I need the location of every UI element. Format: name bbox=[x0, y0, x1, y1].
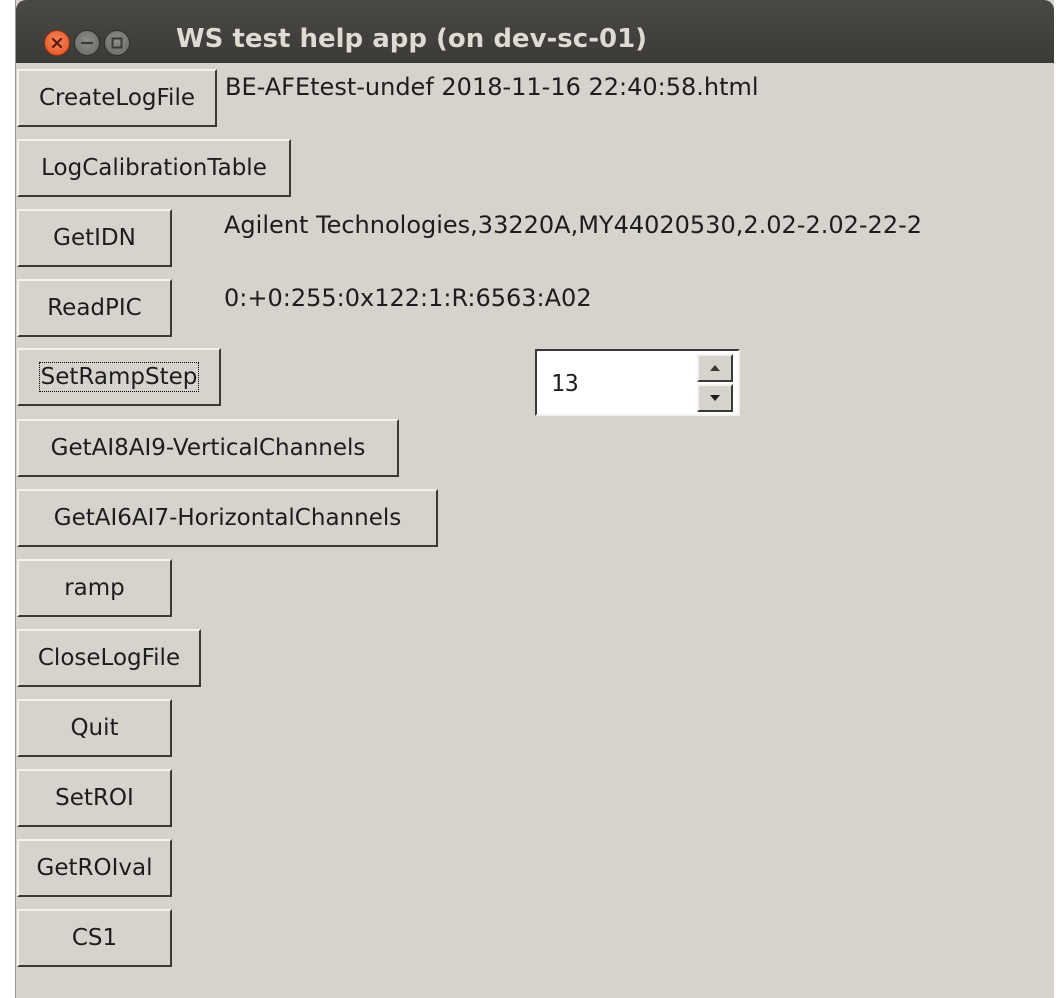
minimize-icon[interactable] bbox=[74, 30, 100, 56]
ramp-label: ramp bbox=[64, 575, 125, 601]
get-roi-val-button[interactable]: GetROIval bbox=[17, 839, 172, 897]
log-file-name-text: BE-AFEtest-undef 2018-11-16 22:40:58.htm… bbox=[225, 73, 759, 101]
ramp-button[interactable]: ramp bbox=[17, 559, 172, 617]
set-roi-button[interactable]: SetROI bbox=[17, 769, 172, 827]
create-log-file-label: CreateLogFile bbox=[39, 85, 195, 111]
get-ai8ai9-vertical-channels-button[interactable]: GetAI8AI9-VerticalChannels bbox=[17, 419, 399, 477]
close-log-file-label: CloseLogFile bbox=[37, 645, 181, 671]
quit-button[interactable]: Quit bbox=[17, 699, 172, 757]
get-idn-label: GetIDN bbox=[53, 225, 136, 251]
app-window: WS test help app (on dev-sc-01) CreateLo… bbox=[15, 0, 1054, 998]
set-roi-label: SetROI bbox=[55, 785, 134, 811]
maximize-icon[interactable] bbox=[104, 30, 130, 56]
pic-text: 0:+0:255:0x122:1:R:6563:A02 bbox=[224, 284, 592, 312]
create-log-file-button[interactable]: CreateLogFile bbox=[17, 69, 217, 127]
read-pic-button[interactable]: ReadPIC bbox=[17, 279, 172, 337]
cs1-label: CS1 bbox=[71, 925, 118, 951]
ramp-step-spinbox[interactable]: 13 bbox=[535, 349, 740, 416]
quit-label: Quit bbox=[70, 715, 119, 741]
idn-text: Agilent Technologies,33220A,MY44020530,2… bbox=[224, 211, 923, 239]
get-ai8ai9-label: GetAI8AI9-VerticalChannels bbox=[50, 435, 366, 461]
arrow-up-icon[interactable] bbox=[697, 354, 733, 382]
cs1-button[interactable]: CS1 bbox=[17, 909, 172, 967]
arrow-down-icon[interactable] bbox=[697, 384, 733, 412]
title-bar[interactable]: WS test help app (on dev-sc-01) bbox=[16, 0, 1054, 63]
set-ramp-step-label: SetRampStep bbox=[38, 362, 200, 392]
read-pic-label: ReadPIC bbox=[47, 295, 142, 321]
get-ai6ai7-label: GetAI6AI7-HorizontalChannels bbox=[53, 505, 402, 531]
set-ramp-step-button[interactable]: SetRampStep bbox=[17, 348, 221, 406]
window-title: WS test help app (on dev-sc-01) bbox=[176, 24, 648, 54]
ramp-step-value[interactable]: 13 bbox=[551, 371, 579, 397]
close-icon[interactable] bbox=[44, 30, 70, 56]
log-calibration-table-button[interactable]: LogCalibrationTable bbox=[17, 139, 291, 197]
close-log-file-button[interactable]: CloseLogFile bbox=[17, 629, 201, 687]
log-calibration-table-label: LogCalibrationTable bbox=[41, 155, 267, 181]
get-ai6ai7-horizontal-channels-button[interactable]: GetAI6AI7-HorizontalChannels bbox=[17, 489, 438, 547]
get-roi-val-label: GetROIval bbox=[36, 855, 153, 881]
get-idn-button[interactable]: GetIDN bbox=[17, 209, 172, 267]
